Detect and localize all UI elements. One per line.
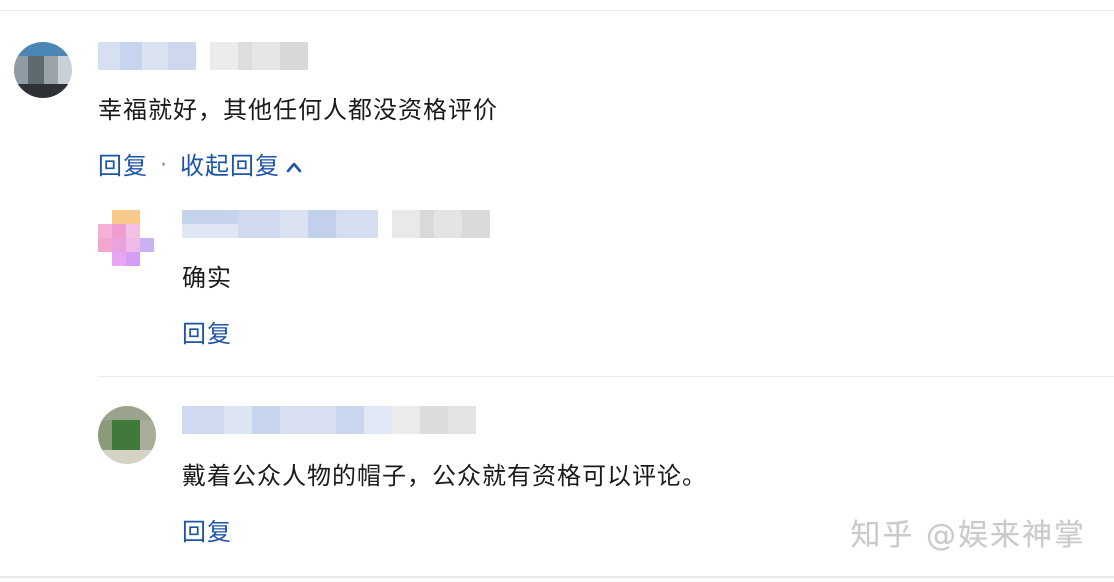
action-separator: · — [160, 153, 167, 178]
username-blurred-2[interactable] — [182, 210, 378, 238]
user-avatar-3[interactable] — [98, 406, 156, 464]
reply-button-2[interactable]: 回复 — [182, 320, 232, 348]
user-avatar-2[interactable] — [98, 210, 154, 266]
chevron-up-icon — [286, 162, 302, 173]
meta-blurred-2 — [392, 210, 490, 238]
bottom-divider — [0, 576, 1114, 578]
meta-blurred-3 — [392, 406, 476, 434]
collapse-replies-label: 收起回复 — [180, 152, 280, 180]
user-avatar-1[interactable] — [14, 42, 72, 98]
meta-blurred-1 — [210, 42, 308, 70]
reply-button-1[interactable]: 回复 — [98, 152, 148, 180]
comment-text-1: 幸福就好，其他任何人都没资格评价 — [98, 96, 498, 124]
username-blurred-3[interactable] — [182, 406, 392, 434]
top-divider — [0, 10, 1114, 11]
comment-text-3: 戴着公众人物的帽子，公众就有资格可以评论。 — [182, 462, 707, 490]
reply-divider — [98, 376, 1114, 377]
watermark: 知乎 @娱来神掌 — [850, 518, 1086, 553]
reply-button-3[interactable]: 回复 — [182, 518, 232, 546]
username-blurred-1[interactable] — [98, 42, 196, 70]
comment-text-2: 确实 — [182, 264, 232, 292]
collapse-replies-button[interactable]: 收起回复 — [180, 152, 302, 180]
